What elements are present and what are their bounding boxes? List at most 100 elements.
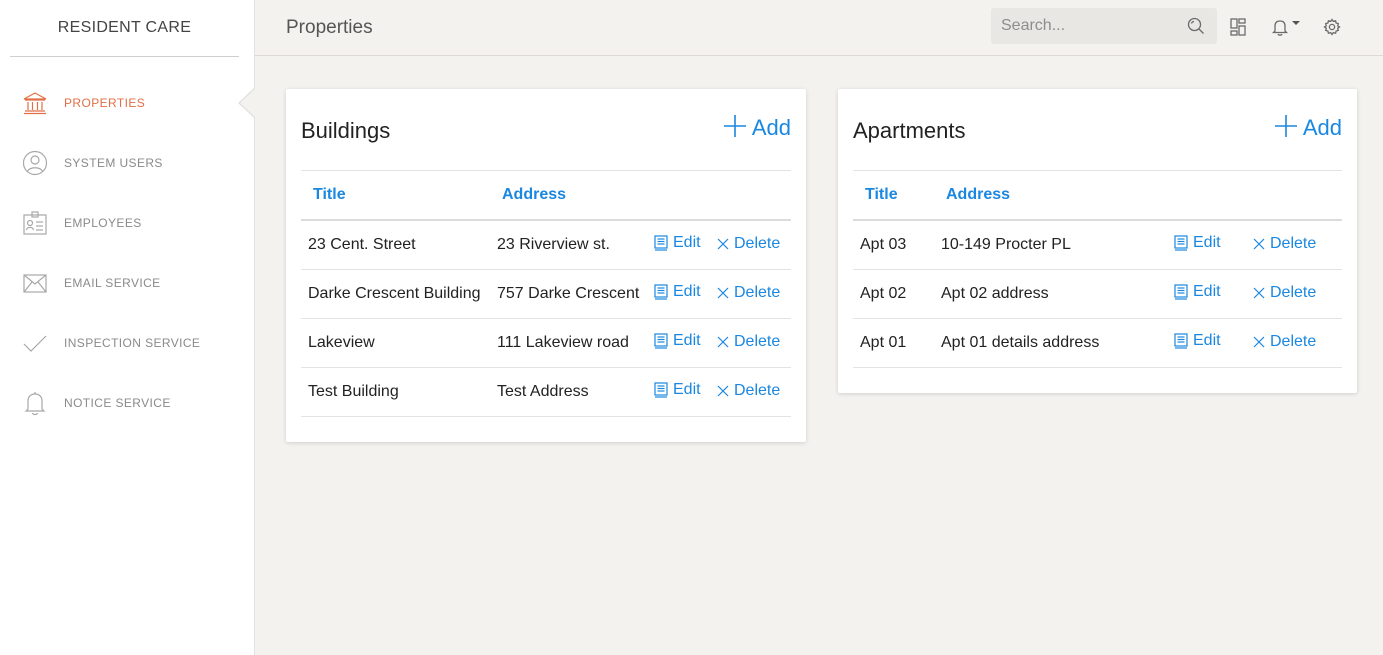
buildings-card: Buildings Add Title Address 23 Cent. Str… (286, 89, 806, 442)
edit-icon (654, 381, 673, 398)
delete-label: Delete (1270, 234, 1317, 252)
delete-label: Delete (734, 332, 781, 350)
edit-label: Edit (673, 233, 701, 251)
notification-bell-icon[interactable] (1271, 18, 1301, 36)
row-address: 757 Darke Crescent (490, 269, 647, 319)
add-building-button[interactable]: Add (723, 115, 791, 141)
dashboard-icon[interactable] (1230, 18, 1246, 36)
apartments-card-header: Apartments Add (853, 89, 1342, 171)
search-input[interactable] (991, 17, 1176, 35)
edit-label: Edit (673, 380, 701, 398)
sidebar-item-email-service[interactable]: EMAIL SERVICE (0, 253, 254, 313)
search-icon[interactable] (1187, 17, 1205, 40)
table-row[interactable]: Test Building Test Address Edit Delete (301, 367, 791, 417)
row-title: Apt 02 (853, 269, 934, 319)
add-apartment-button[interactable]: Add (1274, 115, 1342, 141)
sidebar-item-label: NOTICE SERVICE (64, 396, 171, 410)
apartments-table: Title Address Apt 03 10-149 Procter PL Edi… (853, 171, 1342, 368)
row-title: Apt 03 (853, 220, 934, 270)
delete-button[interactable]: Delete (717, 284, 780, 302)
table-row[interactable]: Apt 03 10-149 Procter PL Edit Delete (853, 220, 1342, 270)
bell-icon (22, 390, 48, 416)
row-address: Test Address (490, 367, 647, 417)
edit-label: Edit (1193, 282, 1221, 300)
checkmark-icon (22, 330, 48, 356)
edit-icon (654, 235, 673, 251)
row-title: Apt 01 (853, 318, 934, 368)
edit-button[interactable]: Edit (654, 332, 701, 350)
sidebar-item-inspection-service[interactable]: INSPECTION SERVICE (0, 313, 254, 373)
sidebar-item-properties[interactable]: PROPERTIES (0, 73, 255, 133)
buildings-table-body: 23 Cent. Street 23 Riverview st. Edit Delet… (301, 220, 791, 417)
delete-button[interactable]: Delete (1253, 284, 1316, 302)
close-icon (717, 336, 734, 348)
sidebar-item-system-users[interactable]: SYSTEM USERS (0, 133, 254, 193)
delete-button[interactable]: Delete (1253, 235, 1316, 253)
edit-button[interactable]: Edit (654, 283, 701, 301)
edit-icon (1174, 332, 1193, 349)
top-bar: Properties (255, 0, 1383, 56)
column-header-address[interactable]: Address (934, 171, 1159, 221)
table-row[interactable]: Apt 01 Apt 01 details address Edit Delete (853, 318, 1342, 368)
buildings-table: Title Address 23 Cent. Street 23 Rivervie… (301, 171, 791, 417)
delete-label: Delete (734, 381, 781, 399)
edit-button[interactable]: Edit (1174, 283, 1221, 301)
column-header-address[interactable]: Address (490, 171, 647, 221)
sidebar-item-notice-service[interactable]: NOTICE SERVICE (0, 373, 254, 433)
row-address: Apt 02 address (934, 269, 1159, 319)
row-address: 10-149 Procter PL (934, 220, 1159, 270)
envelope-icon (22, 270, 48, 296)
bank-icon (22, 90, 48, 116)
close-icon (717, 238, 734, 250)
settings-icon[interactable] (1323, 18, 1341, 36)
buildings-card-header: Buildings Add (301, 89, 791, 171)
delete-button[interactable]: Delete (717, 333, 780, 351)
plus-icon (723, 115, 746, 137)
delete-button[interactable]: Delete (1253, 333, 1316, 351)
table-row[interactable]: Apt 02 Apt 02 address Edit Delete (853, 269, 1342, 319)
delete-label: Delete (1270, 283, 1317, 301)
user-circle-icon (22, 150, 48, 176)
row-title: Lakeview (301, 318, 490, 368)
close-icon (1253, 336, 1270, 348)
page-title: Properties (286, 16, 373, 38)
column-header-title[interactable]: Title (853, 171, 934, 221)
delete-label: Delete (734, 283, 781, 301)
delete-label: Delete (1270, 332, 1317, 350)
edit-button[interactable]: Edit (1174, 234, 1221, 252)
edit-button[interactable]: Edit (1174, 332, 1221, 350)
edit-icon (1174, 235, 1193, 251)
edit-button[interactable]: Edit (654, 381, 701, 399)
apartments-title: Apartments (853, 118, 966, 143)
edit-icon (1174, 283, 1193, 300)
edit-label: Edit (1193, 233, 1221, 251)
delete-button[interactable]: Delete (717, 382, 780, 400)
sidebar-item-label: INSPECTION SERVICE (64, 336, 201, 350)
row-address: Apt 01 details address (934, 318, 1159, 368)
close-icon (717, 385, 734, 397)
edit-label: Edit (673, 282, 701, 300)
sidebar-item-label: SYSTEM USERS (64, 156, 163, 170)
add-apartment-label: Add (1302, 115, 1342, 140)
table-header-row: Title Address (853, 171, 1342, 221)
table-header-row: Title Address (301, 171, 791, 221)
add-building-label: Add (751, 115, 791, 140)
column-header-title[interactable]: Title (301, 171, 490, 221)
brand-title: RESIDENT CARE (10, 0, 239, 57)
row-title: Darke Crescent Building (301, 269, 490, 319)
delete-button[interactable]: Delete (717, 235, 780, 253)
sidebar-item-employees[interactable]: EMPLOYEES (0, 193, 254, 253)
table-row[interactable]: 23 Cent. Street 23 Riverview st. Edit Delet… (301, 220, 791, 270)
edit-button[interactable]: Edit (654, 234, 701, 252)
plus-icon (1274, 115, 1297, 137)
table-row[interactable]: Lakeview 111 Lakeview road Edit Delete (301, 318, 791, 368)
delete-label: Delete (734, 234, 781, 252)
apartments-card: Apartments Add Title Address Apt 03 10-14… (838, 89, 1357, 393)
sidebar-item-label: EMAIL SERVICE (64, 276, 161, 290)
sidebar-item-label: EMPLOYEES (64, 216, 142, 230)
edit-icon (654, 332, 673, 349)
table-row[interactable]: Darke Crescent Building 757 Darke Crescen… (301, 269, 791, 319)
row-title: Test Building (301, 367, 490, 417)
sidebar-nav: PROPERTIES SYSTEM USERS EMPLOYEES EMAIL … (0, 73, 255, 433)
row-title: 23 Cent. Street (301, 220, 490, 270)
